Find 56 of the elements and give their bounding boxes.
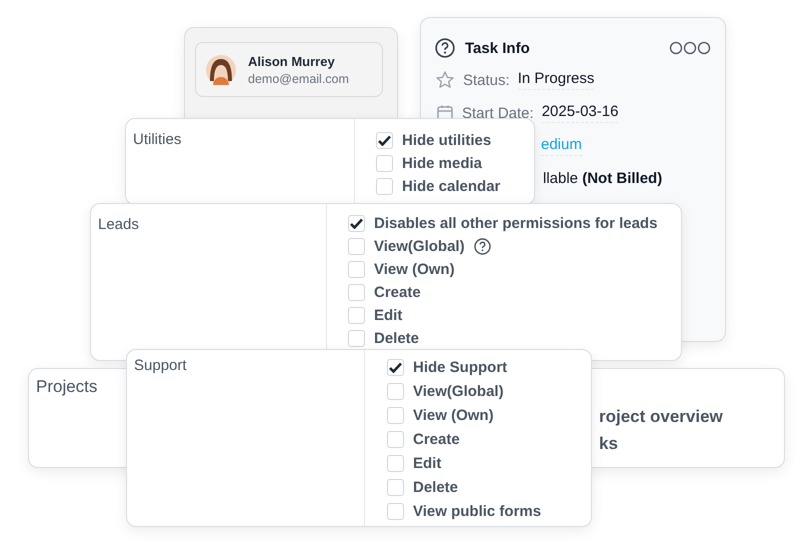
permission-label: View (Own) xyxy=(413,406,494,424)
user-email: demo@email.com xyxy=(248,72,349,86)
priority-value: edium xyxy=(541,136,582,156)
permission-label: Hide utilities xyxy=(402,132,492,149)
permission-label: Edit xyxy=(374,307,402,324)
field-label: Status: xyxy=(463,72,510,88)
checkbox[interactable] xyxy=(348,261,365,278)
help-icon[interactable] xyxy=(474,238,491,255)
start-date-value: 2025-03-16 xyxy=(542,103,618,123)
checkmark-icon xyxy=(378,135,391,146)
permission-label: Delete xyxy=(374,330,420,347)
checkbox[interactable] xyxy=(348,330,365,347)
star-icon xyxy=(435,70,455,90)
permission-label: View public forms xyxy=(413,502,542,520)
field-label: Start Date: xyxy=(462,104,534,122)
permission-label: Disables all other permissions for leads xyxy=(374,215,658,232)
checkmark-icon xyxy=(350,218,363,229)
help-icon xyxy=(435,38,455,58)
checkbox[interactable] xyxy=(348,284,365,301)
permission-group-title: Leads xyxy=(97,215,140,233)
permission-label: View(Global) xyxy=(413,382,504,400)
checkbox[interactable] xyxy=(376,132,393,149)
permission-group-title: Support xyxy=(133,356,188,374)
permission-label: View(Global) xyxy=(374,238,465,255)
permission-label: Create xyxy=(413,430,460,448)
checkbox[interactable] xyxy=(387,454,404,472)
permission-label: Hide calendar xyxy=(402,178,500,195)
checkbox[interactable] xyxy=(387,358,404,376)
checkbox[interactable] xyxy=(348,238,365,255)
user-name: Alison Murrey xyxy=(248,54,336,68)
checkbox[interactable] xyxy=(348,215,365,232)
more-icon[interactable] xyxy=(669,41,711,55)
checkbox[interactable] xyxy=(376,178,393,195)
permission-label: Delete xyxy=(413,478,458,496)
permission-label: Hide Support xyxy=(413,358,508,376)
permission-group-title: Utilities xyxy=(132,130,182,148)
checkbox[interactable] xyxy=(387,502,404,520)
permission-label: Hide media xyxy=(402,155,482,172)
checkbox[interactable] xyxy=(376,155,393,172)
checkbox[interactable] xyxy=(387,382,404,400)
permission-label: View (Own) xyxy=(374,261,455,278)
project-text: ks xyxy=(599,434,619,454)
checkmark-icon xyxy=(389,362,402,372)
status-value: In Progress xyxy=(518,70,594,90)
card-title: Task Info xyxy=(465,40,531,56)
billing-value: llable (Not Billed) xyxy=(543,170,662,188)
user-chip[interactable]: Alison Murrey demo@email.com xyxy=(195,42,383,97)
avatar-icon xyxy=(206,54,236,84)
permission-label: Create xyxy=(374,284,421,301)
card-title: Projects xyxy=(36,377,98,397)
checkbox[interactable] xyxy=(348,307,365,324)
permission-label: Edit xyxy=(413,454,442,472)
checkbox[interactable] xyxy=(387,478,404,496)
checkbox[interactable] xyxy=(387,430,404,448)
checkbox[interactable] xyxy=(387,406,404,424)
project-text: roject overview xyxy=(599,407,723,427)
